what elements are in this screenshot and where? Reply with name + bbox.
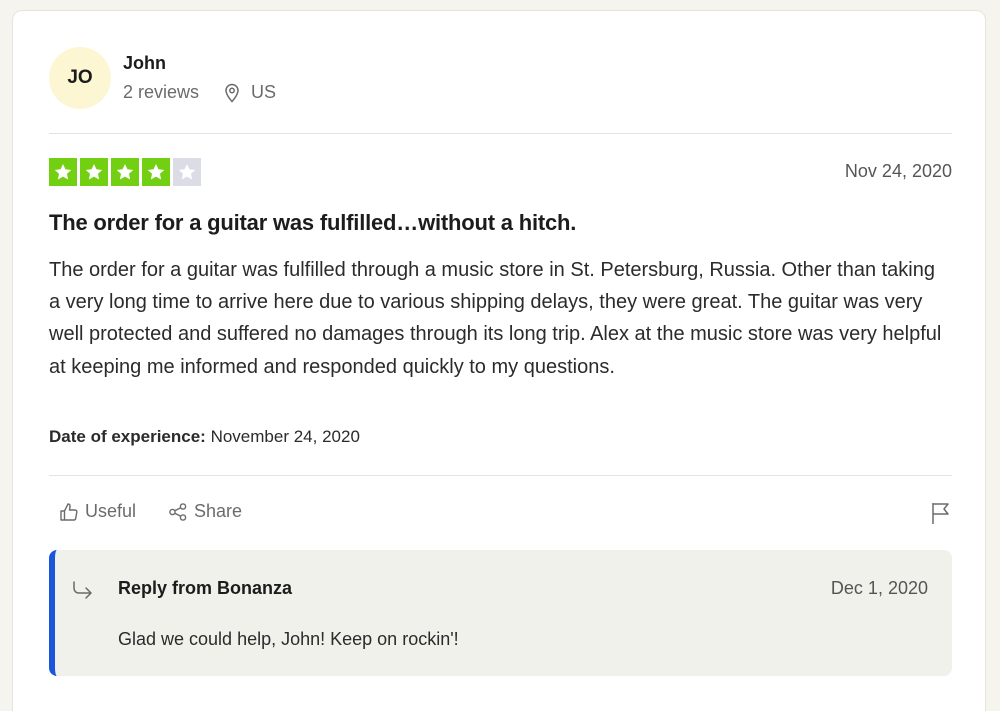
experience-date: November 24, 2020 <box>210 427 360 446</box>
reply-title: Reply from Bonanza <box>118 578 293 598</box>
reviewer-name[interactable]: John <box>123 53 166 74</box>
flag-icon <box>932 503 949 524</box>
avatar[interactable]: JO <box>49 47 111 109</box>
share-icon <box>169 502 187 521</box>
review-count: 2 reviews <box>123 82 200 102</box>
location-pin-icon <box>225 83 239 103</box>
useful-button[interactable]: Useful <box>59 501 136 522</box>
star-filled <box>142 158 170 186</box>
divider <box>49 475 952 476</box>
star-empty <box>173 158 201 186</box>
star-filled <box>80 158 108 186</box>
star-icon <box>116 164 134 180</box>
share-button[interactable]: Share <box>168 501 242 522</box>
star-icon <box>147 164 165 180</box>
review-actions: Useful Share <box>59 501 274 522</box>
review-title[interactable]: The order for a guitar was fulfilled…wit… <box>49 210 576 236</box>
reply-date: Dec 1, 2020 <box>830 578 928 598</box>
date-of-experience: Date of experience: November 24, 2020 <box>49 427 360 447</box>
share-label: Share <box>194 501 243 521</box>
star-icon <box>178 164 196 180</box>
reviewer-meta: 2 reviews US <box>123 82 276 103</box>
star-icon <box>54 164 72 180</box>
reviewer-country: US <box>251 82 277 102</box>
divider <box>49 133 952 134</box>
report-flag-button[interactable] <box>930 501 952 530</box>
star-rating <box>49 158 204 186</box>
review-date: Nov 24, 2020 <box>844 161 952 181</box>
star-icon <box>85 164 103 180</box>
thumbs-up-icon <box>60 502 78 521</box>
star-filled <box>111 158 139 186</box>
reply-text: Glad we could help, John! Keep on rockin… <box>118 629 459 649</box>
review-body: The order for a guitar was fulfilled thr… <box>49 259 942 378</box>
star-filled <box>49 158 77 186</box>
useful-label: Useful <box>85 501 137 521</box>
reply-arrow-icon <box>73 581 92 599</box>
experience-label: Date of experience: <box>49 427 206 446</box>
reviewer-location: US <box>223 82 276 103</box>
company-reply: Reply from Bonanza Dec 1, 2020 Glad we c… <box>49 550 952 676</box>
review-card: JO John 2 reviews US Nov 24, 2020 The or… <box>12 10 986 711</box>
